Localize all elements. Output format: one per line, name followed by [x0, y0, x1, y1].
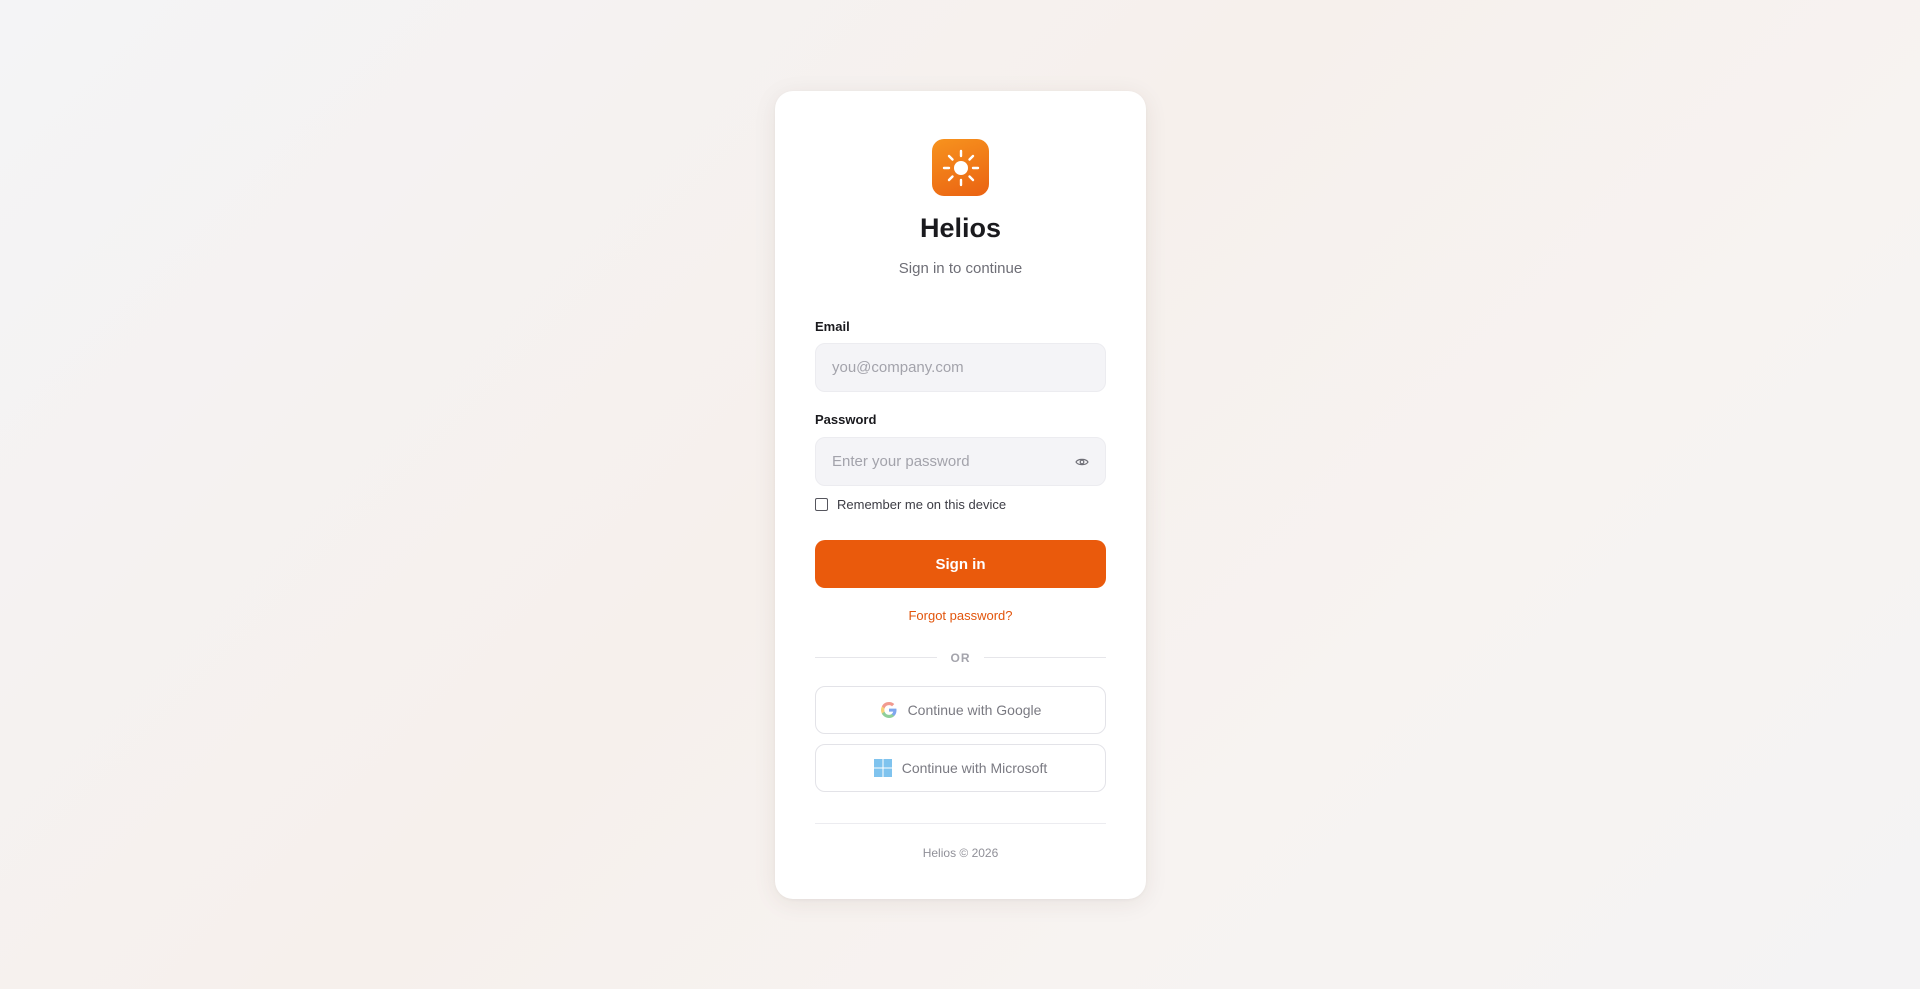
microsoft-button-label: Continue with Microsoft: [901, 760, 1048, 776]
remember-checkbox[interactable]: [815, 498, 828, 511]
microsoft-icon: [873, 759, 892, 777]
password-field[interactable]: [815, 437, 1106, 486]
remember-label: Remember me on this device: [837, 497, 1007, 512]
eye-icon: [1075, 458, 1089, 466]
sign-in-button[interactable]: Sign in: [815, 540, 1106, 588]
continue-with-google-button[interactable]: Continue with Google: [815, 686, 1106, 734]
email-label: Email: [815, 319, 850, 334]
footer-copyright: Helios © 2026: [922, 846, 999, 860]
continue-with-microsoft-button[interactable]: Continue with Microsoft: [815, 744, 1106, 792]
login-card: Helios Sign in to continue Email Passwor…: [775, 91, 1146, 899]
footer-divider: [815, 823, 1106, 824]
sun-icon: [942, 149, 979, 186]
divider-line-right: [984, 657, 1106, 658]
show-password-toggle[interactable]: [1074, 454, 1090, 470]
forgot-password-link[interactable]: Forgot password?: [775, 608, 1146, 623]
page-subtitle: Sign in to continue: [898, 260, 1023, 277]
or-divider-label: OR: [950, 651, 971, 665]
remember-me[interactable]: Remember me on this device: [815, 497, 1006, 512]
email-field[interactable]: [815, 343, 1106, 392]
app-title: Helios: [919, 213, 1002, 243]
google-button-label: Continue with Google: [907, 702, 1042, 718]
google-icon: [880, 701, 898, 719]
password-label: Password: [815, 412, 877, 427]
app-logo: [932, 139, 989, 196]
